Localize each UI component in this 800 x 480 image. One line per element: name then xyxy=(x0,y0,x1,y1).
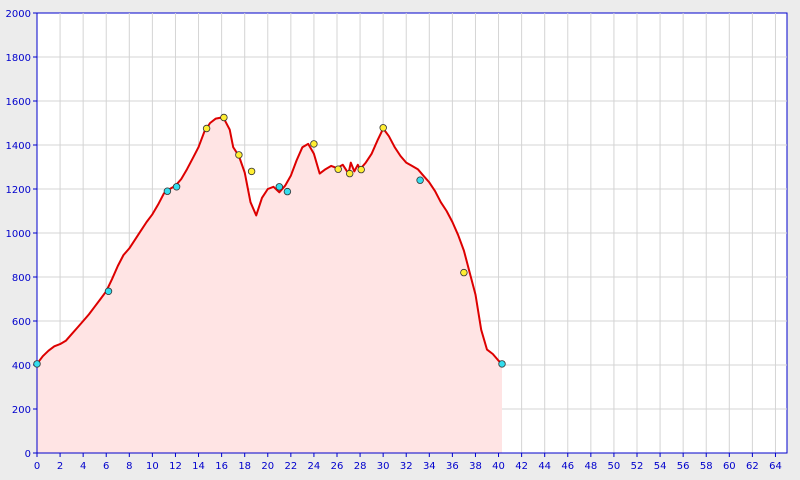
x-tick-label: 6 xyxy=(103,461,109,472)
x-tick-label: 58 xyxy=(700,461,713,472)
x-tick-label: 14 xyxy=(192,461,205,472)
x-tick-label: 36 xyxy=(446,461,459,472)
waypoint-marker-yellow xyxy=(460,268,468,277)
y-tick-label: 0 xyxy=(25,449,31,460)
x-tick-label: 30 xyxy=(377,461,390,472)
waypoint-marker-cyan xyxy=(172,183,181,191)
x-tick-label: 34 xyxy=(423,461,436,472)
waypoint-marker-cyan xyxy=(498,360,506,368)
waypoint-marker-yellow xyxy=(346,169,354,178)
x-tick-label: 42 xyxy=(515,461,528,472)
x-tick-label: 46 xyxy=(561,461,574,472)
waypoint-marker-yellow xyxy=(357,165,365,174)
waypoint-marker-cyan xyxy=(275,183,283,191)
x-tick-label: 60 xyxy=(723,461,736,472)
waypoint-marker-cyan xyxy=(416,176,424,184)
y-tick-label: 1400 xyxy=(6,141,31,152)
elevation-chart: 0 2 4 6 8 10 12 14 16 18 20 22 24 26 28 30 32 34 36 38 40 42 4… xyxy=(0,0,800,480)
waypoint-marker-cyan xyxy=(104,287,113,295)
x-tick-label: 8 xyxy=(126,461,132,472)
y-tick-label: 600 xyxy=(12,317,31,328)
x-tick-label: 18 xyxy=(238,461,251,472)
y-tick-label: 2000 xyxy=(6,9,31,20)
y-tick-label: 200 xyxy=(12,405,31,416)
x-tick-label: 64 xyxy=(769,461,782,472)
x-tick-label: 0 xyxy=(34,461,40,472)
x-tick-label: 50 xyxy=(608,461,621,472)
waypoint-marker-yellow xyxy=(310,140,318,148)
waypoint-marker-yellow xyxy=(379,124,387,132)
x-tick-label: 52 xyxy=(631,461,644,472)
waypoint-marker-cyan xyxy=(163,187,172,195)
waypoint-marker-yellow xyxy=(220,113,228,122)
waypoint-marker-yellow xyxy=(202,124,211,133)
y-tick-label: 1800 xyxy=(6,53,31,64)
x-tick-label: 62 xyxy=(746,461,759,472)
x-tick-label: 40 xyxy=(492,461,505,472)
x-tick-label: 10 xyxy=(146,461,159,472)
x-tick-label: 24 xyxy=(308,461,321,472)
x-tick-label: 20 xyxy=(261,461,274,472)
y-tick-label: 800 xyxy=(12,273,31,284)
waypoint-marker-yellow xyxy=(235,151,243,159)
x-tick-label: 2 xyxy=(57,461,63,472)
x-tick-label: 16 xyxy=(215,461,228,472)
y-tick-label: 1200 xyxy=(6,185,31,196)
x-tick-label: 38 xyxy=(469,461,482,472)
x-tick-label: 44 xyxy=(538,461,551,472)
waypoint-marker-cyan xyxy=(283,187,292,196)
y-tick-label: 1600 xyxy=(6,97,31,108)
y-tick-label: 1000 xyxy=(6,229,31,240)
x-tick-label: 22 xyxy=(284,461,297,472)
x-tick-label: 26 xyxy=(331,461,344,472)
x-tick-label: 4 xyxy=(80,461,86,472)
waypoint-marker-cyan xyxy=(33,360,41,368)
x-tick-label: 32 xyxy=(400,461,413,472)
waypoint-marker-yellow xyxy=(334,165,342,173)
x-tick-label: 28 xyxy=(354,461,367,472)
waypoint-marker-yellow xyxy=(247,167,256,176)
x-tick-label: 56 xyxy=(677,461,690,472)
x-tick-label: 48 xyxy=(584,461,597,472)
x-tick-label: 12 xyxy=(169,461,182,472)
y-tick-label: 400 xyxy=(12,361,31,372)
x-tick-label: 54 xyxy=(654,461,667,472)
